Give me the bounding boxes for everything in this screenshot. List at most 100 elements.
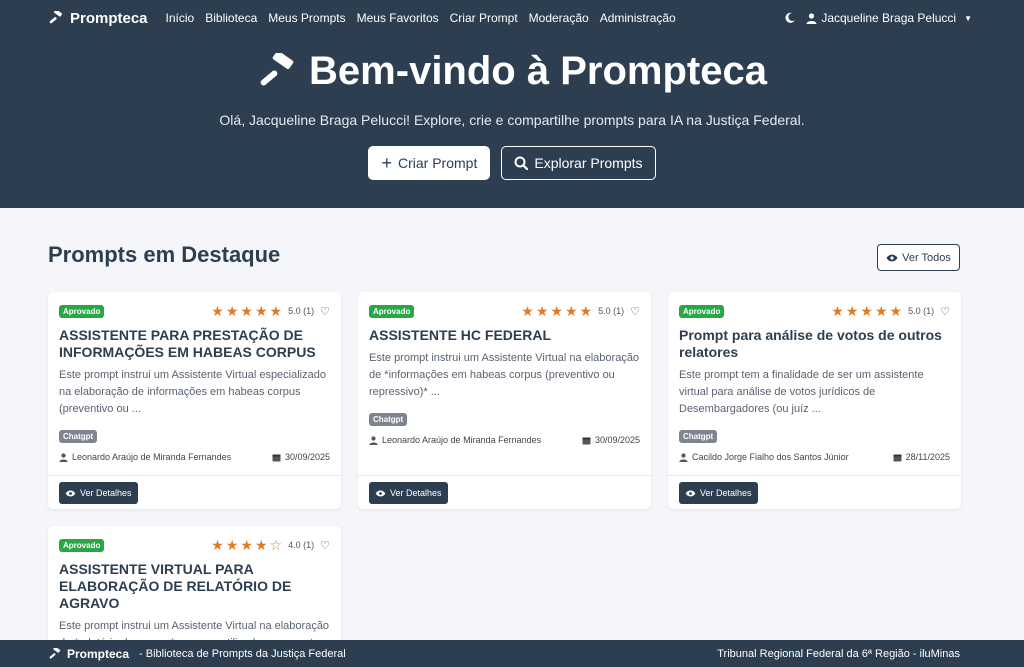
card-title[interactable]: ASSISTENTE HC FEDERAL <box>369 327 640 344</box>
nav-links: Início Biblioteca Meus Prompts Meus Favo… <box>166 11 676 25</box>
eye-icon <box>65 490 76 496</box>
user-icon <box>679 452 688 462</box>
calendar-icon <box>582 437 591 444</box>
card-description: Este prompt instrui um Assistente Virtua… <box>369 352 640 398</box>
explore-prompts-button[interactable]: Explorar Prompts <box>501 146 656 180</box>
card-title[interactable]: Prompt para análise de votos de outros r… <box>679 327 950 361</box>
user-menu[interactable]: Jacqueline Braga Pelucci ▼ <box>806 11 972 25</box>
details-label: Ver Detalhes <box>390 488 442 498</box>
calendar-icon <box>893 454 902 461</box>
star-icon: ★ <box>579 303 593 319</box>
card-footer: Ver Detalhes <box>48 475 341 509</box>
star-icon: ★ <box>225 303 239 319</box>
star-icon: ★ <box>889 303 903 319</box>
view-all-label: Ver Todos <box>902 251 951 264</box>
tag-badge: Chatgpt <box>679 430 718 443</box>
star-icon: ★ <box>240 537 253 553</box>
nav-meus-favoritos[interactable]: Meus Favoritos <box>357 11 439 25</box>
details-button[interactable]: Ver Detalhes <box>369 482 448 504</box>
footer-brand: Prompteca <box>48 647 129 661</box>
rating-text: 5.0 (1) <box>598 306 625 316</box>
card-title[interactable]: ASSISTENTE PARA PRESTAÇÃO DE INFORMAÇÕES… <box>59 327 330 361</box>
gavel-icon <box>260 53 294 86</box>
status-badge: Aprovado <box>59 304 105 318</box>
rating: ★ ★ ★ ★ ★ 5.0 (1) ♡ <box>211 304 330 318</box>
details-label: Ver Detalhes <box>700 488 752 498</box>
star-icon: ★ <box>211 303 224 319</box>
card-title[interactable]: ASSISTENTE VIRTUAL PARA ELABORAÇÃO DE RE… <box>59 561 330 612</box>
top-navbar: Prompteca Início Biblioteca Meus Prompts… <box>0 0 1024 36</box>
status-badge: Aprovado <box>59 538 105 552</box>
gavel-icon <box>49 11 63 24</box>
author: Leonardo Araújo de Miranda Fernandes <box>369 435 541 445</box>
star-icon: ★ <box>845 303 859 319</box>
eye-icon <box>685 490 696 496</box>
prompt-card: Aprovado ★ ★ ★ ★ ★ 5.0 (1) ♡ ASSISTENTE … <box>358 292 651 509</box>
moon-icon[interactable] <box>784 12 796 24</box>
details-button[interactable]: Ver Detalhes <box>59 482 138 504</box>
nav-moderacao[interactable]: Moderação <box>529 11 589 25</box>
star-icon: ★ <box>521 303 534 319</box>
hero-title-text: Bem-vindo à Prompteca <box>309 48 767 93</box>
footer-brand-name: Prompteca <box>67 646 130 661</box>
star-icon: ★ <box>860 303 873 319</box>
heart-icon[interactable]: ♡ <box>940 305 950 318</box>
view-all-button[interactable]: Ver Todos <box>877 244 960 271</box>
date: 30/09/2025 <box>272 452 330 462</box>
nav-criar-prompt[interactable]: Criar Prompt <box>450 11 518 25</box>
star-icon: ★ <box>564 303 578 319</box>
footer-organization: Tribunal Regional Federal da 6ª Região -… <box>717 647 960 660</box>
nav-biblioteca[interactable]: Biblioteca <box>205 11 257 25</box>
rating-text: 5.0 (1) <box>908 306 935 316</box>
nav-right: Jacqueline Braga Pelucci ▼ <box>784 11 972 25</box>
tag-badge: Chatgpt <box>59 430 98 443</box>
star-icon: ★ <box>254 537 268 553</box>
date-text: 30/09/2025 <box>284 452 330 462</box>
prompt-card: Aprovado ★ ★ ★ ★ ★ 5.0 (1) ♡ ASSISTENTE … <box>48 292 341 509</box>
caret-down-icon: ▼ <box>964 13 972 23</box>
details-button[interactable]: Ver Detalhes <box>679 482 758 504</box>
rating-text: 4.0 (1) <box>288 540 315 550</box>
page-footer: Prompteca - Biblioteca de Prompts da Jus… <box>0 640 1024 667</box>
brand-link[interactable]: Prompteca <box>48 10 148 27</box>
star-icon: ★ <box>240 303 253 319</box>
star-empty-icon: ☆ <box>269 537 283 553</box>
user-icon <box>59 452 68 462</box>
heart-icon[interactable]: ♡ <box>320 539 330 552</box>
footer-description: - Biblioteca de Prompts da Justiça Feder… <box>139 647 346 660</box>
author: Leonardo Araújo de Miranda Fernandes <box>59 452 231 462</box>
nav-meus-prompts[interactable]: Meus Prompts <box>268 11 345 25</box>
star-icon: ★ <box>550 303 563 319</box>
hero-buttons: + Criar Prompt Explorar Prompts <box>0 146 1024 180</box>
create-prompt-button[interactable]: + Criar Prompt <box>368 146 491 180</box>
nav-inicio[interactable]: Início <box>166 11 195 25</box>
date-text: 30/09/2025 <box>594 435 640 445</box>
date: 28/11/2025 <box>893 452 950 462</box>
rating-text: 5.0 (1) <box>288 306 315 316</box>
status-badge: Aprovado <box>369 304 415 318</box>
rating: ★ ★ ★ ★ ★ 5.0 (1) ♡ <box>521 304 640 318</box>
nav-administracao[interactable]: Administração <box>600 11 676 25</box>
card-description: Este prompt tem a finalidade de ser um a… <box>679 369 924 415</box>
heart-icon[interactable]: ♡ <box>630 305 640 318</box>
author: Cacildo Jorge Fialho dos Santos Júnior <box>679 452 849 462</box>
card-description: Este prompt instrui um Assistente Virtua… <box>59 369 326 415</box>
card-meta: Leonardo Araújo de Miranda Fernandes 30/… <box>59 452 330 462</box>
date: 30/09/2025 <box>582 435 640 445</box>
card-description: Este prompt instrui um Assistente Virtua… <box>59 620 330 640</box>
heart-icon[interactable]: ♡ <box>320 305 330 318</box>
prompt-card: Aprovado ★ ★ ★ ★ ☆ 4.0 (1) ♡ ASSISTENTE … <box>48 526 341 640</box>
prompt-card: Aprovado ★ ★ ★ ★ ★ 5.0 (1) ♡ Prompt para… <box>668 292 961 509</box>
star-icon: ★ <box>211 537 224 553</box>
user-name: Jacqueline Braga Pelucci <box>821 11 957 25</box>
date-text: 28/11/2025 <box>905 452 950 462</box>
author-name: Leonardo Araújo de Miranda Fernandes <box>382 435 542 445</box>
hero-title: Bem-vindo à Prompteca <box>0 48 1024 94</box>
eye-icon <box>375 490 386 496</box>
brand-name: Prompteca <box>70 9 148 27</box>
plus-icon: + <box>381 153 392 173</box>
star-icon: ★ <box>254 303 268 319</box>
rating: ★ ★ ★ ★ ★ 5.0 (1) ♡ <box>831 304 950 318</box>
eye-icon <box>886 254 898 261</box>
star-icon: ★ <box>874 303 888 319</box>
